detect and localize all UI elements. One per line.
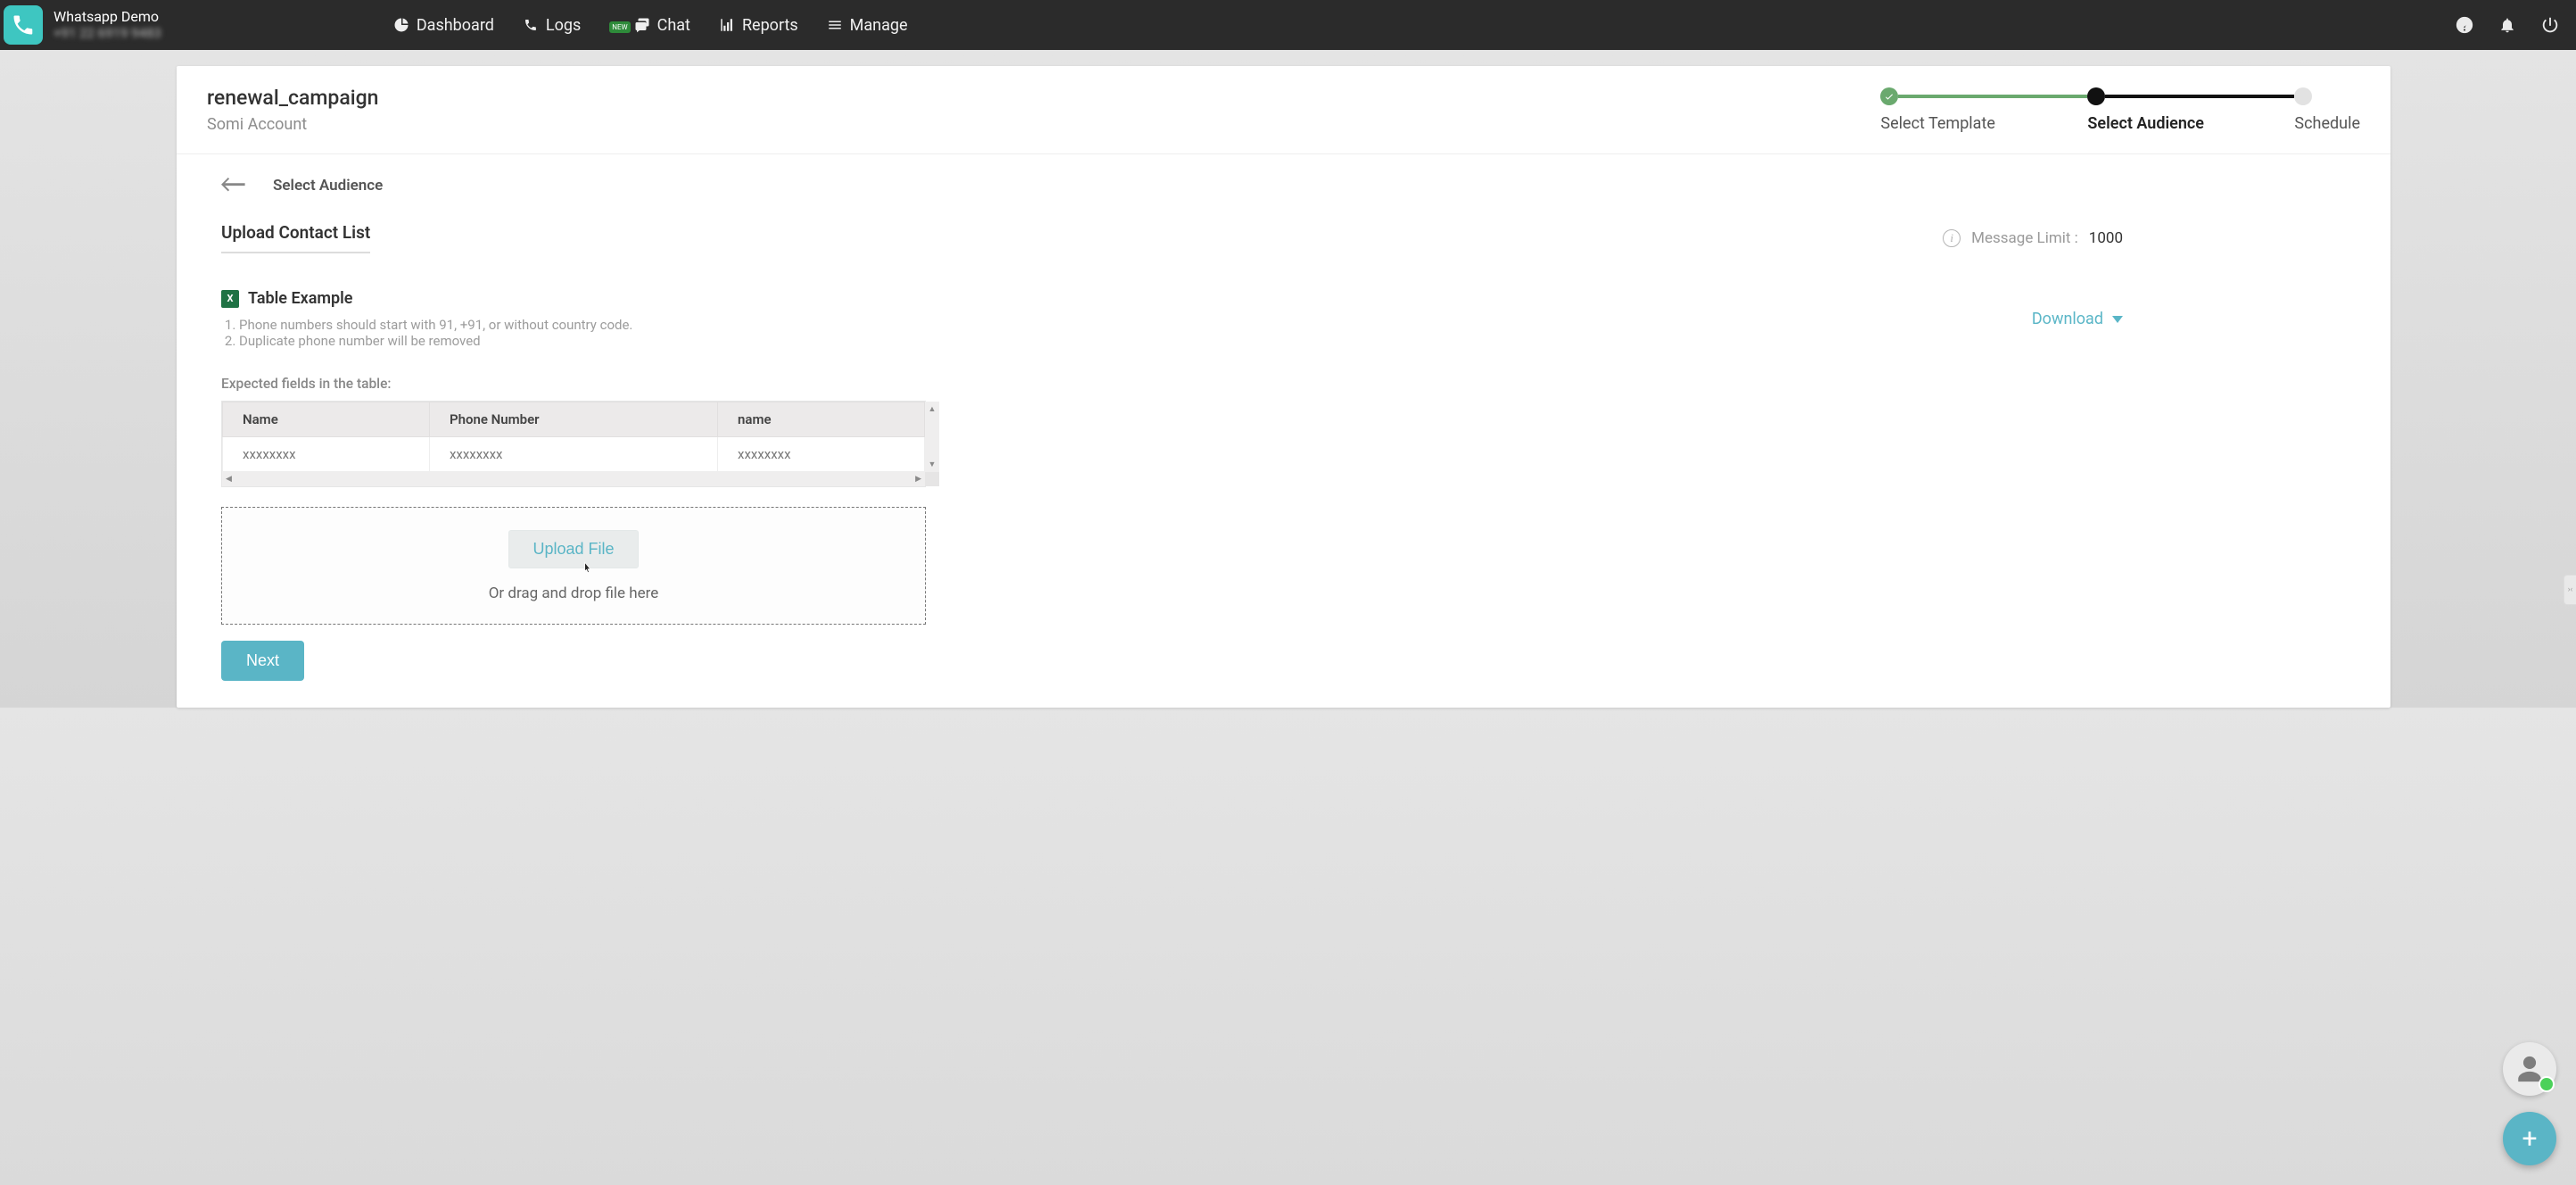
table-header: name xyxy=(718,402,925,437)
bar-chart-icon xyxy=(719,17,735,33)
top-actions xyxy=(2455,15,2560,35)
pie-chart-icon xyxy=(393,17,409,33)
message-limit-value: 1000 xyxy=(2089,229,2123,247)
step-bar xyxy=(1898,95,2087,98)
back-arrow-icon[interactable] xyxy=(221,176,246,195)
step-label-2: Select Audience xyxy=(2087,114,2204,133)
table-row: xxxxxxxx xxxxxxxx xxxxxxxx xyxy=(223,437,925,472)
nav-chat[interactable]: NEW Chat xyxy=(609,16,690,35)
panel-header: renewal_campaign Somi Account Select Tem… xyxy=(177,66,2390,154)
table-h-scrollbar[interactable]: ◀ ▶ xyxy=(222,472,925,486)
excel-icon xyxy=(221,290,239,308)
help-icon[interactable] xyxy=(2455,15,2474,35)
new-badge: NEW xyxy=(609,21,630,33)
example-title: Table Example xyxy=(248,289,353,308)
power-icon[interactable] xyxy=(2540,15,2560,35)
breadcrumb-label: Select Audience xyxy=(273,177,383,195)
list-item: Duplicate phone number will be removed xyxy=(239,333,2032,349)
scroll-left-icon: ◀ xyxy=(226,475,232,484)
example-rules: Phone numbers should start with 91, +91,… xyxy=(234,317,2032,349)
top-bar: Whatsapp Demo +91 22 6919 9483 Dashboard… xyxy=(0,0,2576,50)
message-limit: i Message Limit : 1000 xyxy=(1943,229,2123,247)
nav-reports[interactable]: Reports xyxy=(719,16,798,35)
menu-icon xyxy=(827,17,843,33)
nav-label: Dashboard xyxy=(417,16,494,35)
download-link[interactable]: Download xyxy=(2032,310,2123,328)
nav-label: Chat xyxy=(657,16,690,35)
table-header: Phone Number xyxy=(429,402,717,437)
side-expand-tab[interactable]: ›‹ xyxy=(2564,575,2576,605)
main-panel: renewal_campaign Somi Account Select Tem… xyxy=(177,66,2390,708)
step-done-icon xyxy=(1880,87,1898,105)
section-title: Upload Contact List xyxy=(221,222,370,253)
nav-label: Manage xyxy=(850,16,908,35)
nav-dashboard[interactable]: Dashboard xyxy=(393,16,494,35)
nav-label: Logs xyxy=(546,16,581,35)
step-current-icon xyxy=(2087,87,2105,105)
breadcrumb: Select Audience xyxy=(221,176,2346,195)
floating-profile-button[interactable] xyxy=(2503,1042,2556,1096)
scroll-down-icon: ▼ xyxy=(929,460,937,469)
upload-file-button[interactable]: Upload File xyxy=(508,530,638,568)
info-icon[interactable]: i xyxy=(1943,229,1961,247)
step-label-3: Schedule xyxy=(2294,114,2360,133)
table-cell: xxxxxxxx xyxy=(429,437,717,472)
table-header: Name xyxy=(223,402,430,437)
progress-stepper: Select Template Select Audience Schedule xyxy=(1880,87,2360,133)
table-cell: xxxxxxxx xyxy=(718,437,925,472)
step-bar xyxy=(2105,95,2294,98)
next-button[interactable]: Next xyxy=(221,641,304,681)
nav-logs[interactable]: Logs xyxy=(523,16,581,35)
nav-manage[interactable]: Manage xyxy=(827,16,908,35)
scroll-up-icon: ▲ xyxy=(929,404,937,414)
app-phone: +91 22 6919 9483 xyxy=(54,25,161,41)
download-label: Download xyxy=(2032,310,2103,328)
app-logo-icon xyxy=(4,5,43,45)
scroll-corner xyxy=(925,472,939,486)
phone-icon xyxy=(523,17,539,33)
message-limit-label: Message Limit : xyxy=(1971,229,2078,247)
main-nav: Dashboard Logs NEW Chat Reports Manage xyxy=(393,16,908,35)
campaign-title: renewal_campaign xyxy=(207,86,378,110)
table-cell: xxxxxxxx xyxy=(223,437,430,472)
chat-icon xyxy=(634,17,650,33)
expected-fields-label: Expected fields in the table: xyxy=(221,376,2346,392)
caret-down-icon xyxy=(2112,316,2123,323)
file-dropzone[interactable]: Upload File Or drag and drop file here xyxy=(221,507,926,625)
panel-body: Select Audience Upload Contact List i Me… xyxy=(177,154,2390,708)
app-title: Whatsapp Demo xyxy=(54,9,161,25)
campaign-account: Somi Account xyxy=(207,115,378,134)
step-future-icon xyxy=(2294,87,2312,105)
floating-add-button[interactable]: + xyxy=(2503,1112,2556,1165)
brand: Whatsapp Demo +91 22 6919 9483 xyxy=(4,5,161,45)
scroll-right-icon: ▶ xyxy=(915,475,921,484)
table-v-scrollbar[interactable]: ▲ ▼ xyxy=(925,402,939,472)
step-label-1: Select Template xyxy=(1880,114,1995,133)
nav-label: Reports xyxy=(742,16,798,35)
drop-hint: Or drag and drop file here xyxy=(489,584,659,602)
list-item: Phone numbers should start with 91, +91,… xyxy=(239,317,2032,333)
fields-table: Name Phone Number name xxxxxxxx xxxxxxxx… xyxy=(221,401,926,487)
bell-icon[interactable] xyxy=(2498,15,2517,35)
